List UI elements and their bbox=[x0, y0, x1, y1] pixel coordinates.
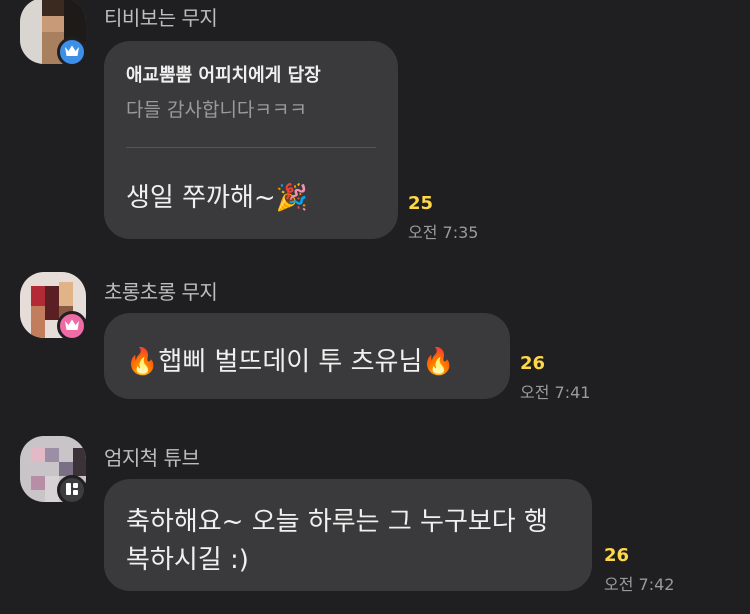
message-text: 🔥햅삐 벌뜨데이 투 츠유님🔥 bbox=[126, 347, 455, 377]
message-text: 생일 쭈까해~🎉 bbox=[126, 183, 309, 213]
app-grid-icon bbox=[65, 481, 79, 500]
app-badge bbox=[57, 475, 87, 505]
timestamp: 오전 7:42 bbox=[604, 575, 675, 594]
reply-quote: 다들 감사합니다ㅋㅋㅋ bbox=[126, 99, 307, 121]
timestamp: 오전 7:41 bbox=[520, 383, 591, 402]
unread-count: 25 bbox=[408, 193, 434, 214]
sender-name: 티비보는 무지 bbox=[104, 6, 218, 30]
owner-badge bbox=[57, 37, 87, 67]
unread-count: 26 bbox=[604, 545, 630, 566]
sender-name: 엄지척 튜브 bbox=[104, 446, 200, 470]
sender-name: 초롱초롱 무지 bbox=[104, 280, 218, 304]
reply-divider bbox=[126, 147, 376, 148]
message-text-line2: 복하시길 :) bbox=[126, 545, 249, 575]
message-bubble[interactable]: 🔥햅삐 벌뜨데이 투 츠유님🔥 bbox=[104, 313, 510, 399]
crown-icon bbox=[64, 43, 80, 62]
reply-header: 애교뿜뿜 어피치에게 답장 bbox=[126, 65, 321, 86]
message-text-line1: 축하해요~ 오늘 하루는 그 누구보다 행 bbox=[126, 507, 548, 537]
message-bubble[interactable]: 축하해요~ 오늘 하루는 그 누구보다 행 복하시길 :) bbox=[104, 479, 592, 591]
timestamp: 오전 7:35 bbox=[408, 223, 479, 242]
owner-badge bbox=[57, 311, 87, 341]
message-bubble[interactable]: 애교뿜뿜 어피치에게 답장 다들 감사합니다ㅋㅋㅋ 생일 쭈까해~🎉 bbox=[104, 41, 398, 239]
unread-count: 26 bbox=[520, 353, 546, 374]
crown-icon bbox=[64, 317, 80, 336]
